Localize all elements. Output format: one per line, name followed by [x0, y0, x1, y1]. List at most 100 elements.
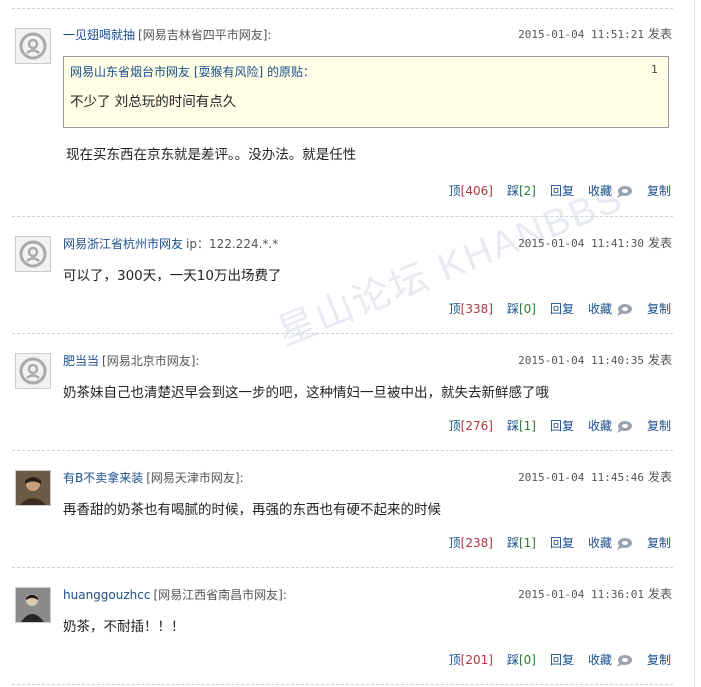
speech-bubble-icon: [616, 420, 632, 433]
user-location: [网易江西省南昌市网友]:: [153, 588, 287, 602]
upvote-count: [238]: [460, 536, 493, 550]
speech-bubble-icon: [616, 537, 632, 550]
avatar[interactable]: [15, 587, 51, 623]
post-time: 2015-01-04 11:45:46: [518, 471, 644, 484]
avatar[interactable]: [15, 470, 51, 506]
comment-actions: 顶[276] 踩[1] 回复 收藏 复制: [449, 417, 671, 434]
post-time: 2015-01-04 11:41:30: [518, 237, 644, 250]
quoted-post: 网易山东省烟台市网友 [耍猴有风险] 的原贴： 1 不少了 刘总玩的时间有点久: [63, 56, 669, 128]
downvote-label: 踩: [506, 653, 519, 667]
username-link[interactable]: 网易浙江省杭州市网友: [63, 237, 183, 251]
user-location: [网易吉林省四平市网友]:: [138, 28, 272, 42]
upvote-button[interactable]: 顶[406]: [449, 182, 493, 199]
upvote-count: [406]: [460, 184, 493, 198]
comment-post: 一见翅喝就抽 [网易吉林省四平市网友]: 2015-01-04 11:51:21 发…: [12, 16, 673, 212]
reply-button[interactable]: 回复: [550, 417, 574, 434]
comment-text: 现在买东西在京东就是差评。。没办法。就是任性: [66, 147, 357, 163]
collect-button[interactable]: 收藏: [588, 417, 633, 434]
downvote-label: 踩: [506, 302, 519, 316]
page-border: [694, 0, 695, 687]
post-divider: [12, 684, 673, 685]
publish-label: 发表: [647, 470, 672, 484]
comment-actions: 顶[338] 踩[0] 回复 收藏 复制: [449, 300, 671, 317]
comment-actions: 顶[238] 踩[1] 回复 收藏 复制: [449, 534, 671, 551]
comment-post: huanggouzhcc [网易江西省南昌市网友]: 2015-01-04 11:…: [12, 573, 673, 685]
publish-label: 发表: [647, 27, 672, 41]
user-location: [网易天津市网友]:: [146, 471, 244, 485]
upvote-label: 顶: [448, 653, 461, 667]
upvote-button[interactable]: 顶[276]: [449, 417, 493, 434]
collect-button[interactable]: 收藏: [588, 534, 633, 551]
downvote-label: 踩: [506, 419, 519, 433]
user-info: 一见翅喝就抽 [网易吉林省四平市网友]:: [63, 26, 271, 43]
copy-button[interactable]: 复制: [647, 534, 671, 551]
comment-list: 星山论坛 KHANBBS 一见翅喝就抽 [网易吉林省四平市网友]: 2015-01…: [0, 0, 701, 687]
comment-text: 奶茶妹自己也清楚迟早会到这一步的吧，这种情妇一旦被中出，就失去新鲜感了哦: [63, 385, 549, 401]
post-divider: [12, 8, 673, 9]
user-info: 网易浙江省杭州市网友 ip：122.224.*.*: [63, 235, 278, 252]
copy-button[interactable]: 复制: [647, 651, 671, 668]
post-timestamp: 2015-01-04 11:36:01 发表: [518, 585, 672, 602]
collect-button[interactable]: 收藏: [588, 182, 633, 199]
collect-button[interactable]: 收藏: [588, 300, 633, 317]
publish-label: 发表: [647, 236, 672, 250]
collect-label: 收藏: [587, 302, 612, 316]
quote-text: 不少了 刘总玩的时间有点久: [70, 94, 237, 110]
upvote-button[interactable]: 顶[338]: [449, 300, 493, 317]
post-time: 2015-01-04 11:40:35: [518, 354, 644, 367]
user-ip: ip：122.224.*.*: [186, 237, 279, 251]
username-link[interactable]: 一见翅喝就抽: [63, 28, 135, 42]
upvote-label: 顶: [448, 419, 461, 433]
post-timestamp: 2015-01-04 11:45:46 发表: [518, 468, 672, 485]
comment-post: 有B不卖拿来装 [网易天津市网友]: 2015-01-04 11:45:46 发表 …: [12, 456, 673, 568]
user-info: 有B不卖拿来装 [网易天津市网友]:: [63, 469, 244, 486]
copy-button[interactable]: 复制: [647, 300, 671, 317]
user-info: huanggouzhcc [网易江西省南昌市网友]:: [63, 586, 287, 603]
upvote-label: 顶: [448, 302, 461, 316]
downvote-button[interactable]: 踩[1]: [507, 417, 536, 434]
collect-label: 收藏: [587, 184, 612, 198]
speech-bubble-icon: [616, 185, 632, 198]
user-location: [网易北京市网友]:: [102, 354, 200, 368]
comment-post: 网易浙江省杭州市网友 ip：122.224.*.* 2015-01-04 11:4…: [12, 222, 673, 334]
publish-label: 发表: [647, 587, 672, 601]
post-timestamp: 2015-01-04 11:51:21 发表: [518, 25, 672, 42]
username-link[interactable]: huanggouzhcc: [63, 588, 150, 602]
speech-bubble-icon: [616, 303, 632, 316]
comment-post: 肥当当 [网易北京市网友]: 2015-01-04 11:40:35 发表 奶茶妹自…: [12, 339, 673, 451]
upvote-count: [338]: [460, 302, 493, 316]
upvote-button[interactable]: 顶[201]: [449, 651, 493, 668]
collect-label: 收藏: [587, 536, 612, 550]
reply-button[interactable]: 回复: [550, 534, 574, 551]
upvote-button[interactable]: 顶[238]: [449, 534, 493, 551]
downvote-button[interactable]: 踩[1]: [507, 534, 536, 551]
default-avatar-icon: [19, 357, 47, 385]
post-divider: [12, 450, 673, 451]
publish-label: 发表: [647, 353, 672, 367]
username-link[interactable]: 有B不卖拿来装: [63, 471, 143, 485]
avatar[interactable]: [15, 236, 51, 272]
downvote-button[interactable]: 踩[2]: [507, 182, 536, 199]
post-time: 2015-01-04 11:51:21: [518, 28, 644, 41]
downvote-button[interactable]: 踩[0]: [507, 300, 536, 317]
copy-button[interactable]: 复制: [647, 182, 671, 199]
reply-button[interactable]: 回复: [550, 182, 574, 199]
post-divider: [12, 333, 673, 334]
post-divider: [12, 567, 673, 568]
downvote-count: [0]: [518, 302, 536, 316]
downvote-button[interactable]: 踩[0]: [507, 651, 536, 668]
downvote-label: 踩: [506, 184, 519, 198]
speech-bubble-icon: [616, 654, 632, 667]
collect-button[interactable]: 收藏: [588, 651, 633, 668]
username-link[interactable]: 肥当当: [63, 354, 99, 368]
copy-button[interactable]: 复制: [647, 417, 671, 434]
collect-label: 收藏: [587, 419, 612, 433]
comment-text: 奶茶，不耐插！！！: [63, 619, 185, 635]
avatar[interactable]: [15, 28, 51, 64]
quote-header[interactable]: 网易山东省烟台市网友 [耍猴有风险] 的原贴：: [70, 63, 315, 80]
reply-button[interactable]: 回复: [550, 300, 574, 317]
avatar[interactable]: [15, 353, 51, 389]
reply-button[interactable]: 回复: [550, 651, 574, 668]
upvote-label: 顶: [448, 184, 461, 198]
default-avatar-icon: [19, 32, 47, 60]
